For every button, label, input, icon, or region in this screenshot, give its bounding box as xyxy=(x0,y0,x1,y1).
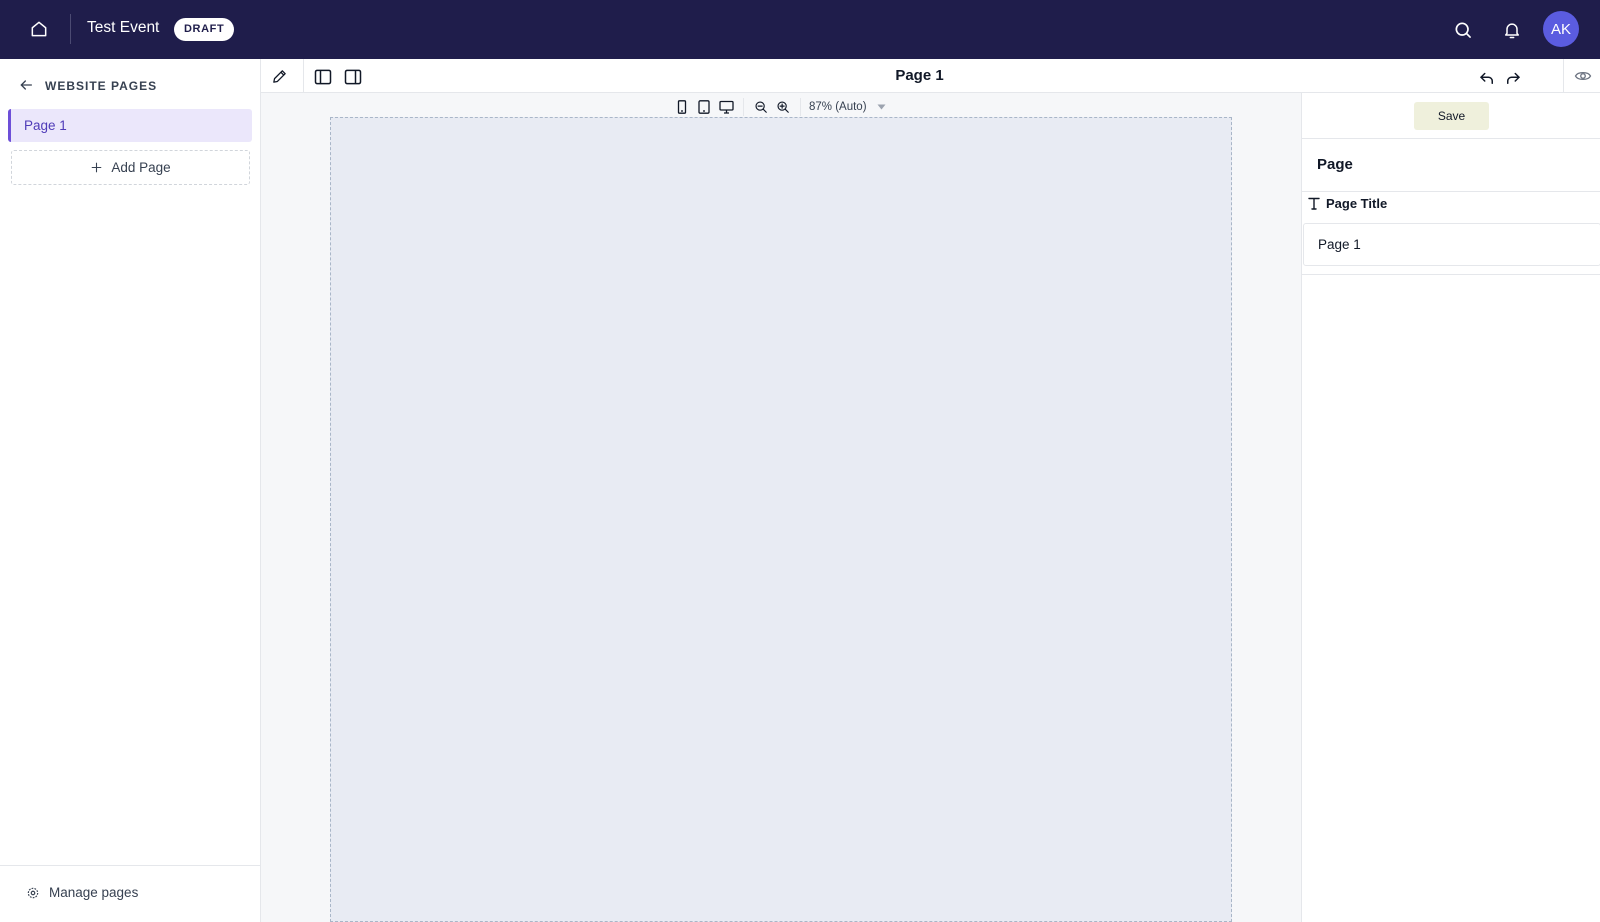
avatar[interactable]: AK xyxy=(1543,11,1579,47)
caret-down-icon xyxy=(877,104,886,110)
arrow-left-icon xyxy=(20,80,32,90)
topbar-divider xyxy=(70,14,71,44)
manage-pages-label: Manage pages xyxy=(49,885,139,900)
mobile-view-button[interactable] xyxy=(671,97,693,117)
editor-toolbar: Page 1 xyxy=(261,59,1600,93)
left-panel-icon xyxy=(314,69,332,85)
desktop-view-button[interactable] xyxy=(715,97,737,117)
edit-button[interactable] xyxy=(269,66,289,86)
text-icon xyxy=(1308,197,1320,210)
search-button[interactable] xyxy=(1450,17,1476,43)
pages-sidebar: WEBSITE PAGES Page 1 Add Page Manage pag… xyxy=(0,59,261,922)
page-canvas[interactable] xyxy=(330,117,1232,922)
zoom-out-icon xyxy=(755,101,767,113)
home-icon xyxy=(31,21,47,37)
manage-pages-button[interactable]: Manage pages xyxy=(26,885,138,900)
gear-icon xyxy=(27,887,39,898)
top-bar: Test Event DRAFT AK xyxy=(0,0,1600,59)
eye-icon xyxy=(1574,71,1592,81)
view-divider xyxy=(800,98,801,116)
notifications-button[interactable] xyxy=(1499,17,1525,43)
redo-button[interactable] xyxy=(1502,67,1524,89)
panel-divider xyxy=(1302,274,1600,275)
properties-panel: Save Page Page Title xyxy=(1301,93,1600,922)
panel-divider xyxy=(1302,191,1600,192)
toolbar-divider xyxy=(1563,59,1564,93)
toggle-right-panel-button[interactable] xyxy=(342,66,364,88)
plus-icon xyxy=(91,162,102,173)
zoom-select[interactable]: 87% (Auto) xyxy=(807,101,886,113)
zoom-out-button[interactable] xyxy=(750,97,772,117)
sidebar-item-label: Page 1 xyxy=(24,118,67,133)
add-page-label: Add Page xyxy=(111,160,171,175)
tablet-icon xyxy=(698,100,710,114)
preview-button[interactable] xyxy=(1572,65,1594,87)
event-title: Test Event xyxy=(87,19,160,36)
right-panel-icon xyxy=(344,69,362,85)
pencil-icon xyxy=(272,69,286,83)
undo-icon xyxy=(1480,72,1493,84)
home-button[interactable] xyxy=(26,16,52,42)
sidebar-heading: WEBSITE PAGES xyxy=(45,79,158,93)
search-icon xyxy=(1455,22,1471,38)
panel-divider xyxy=(1302,138,1600,139)
desktop-icon xyxy=(718,100,734,114)
redo-icon xyxy=(1507,72,1520,84)
zoom-in-icon xyxy=(777,101,789,113)
mobile-icon xyxy=(677,100,687,114)
zoom-in-button[interactable] xyxy=(772,97,794,117)
page-title: Page 1 xyxy=(895,67,944,84)
bell-icon xyxy=(1505,23,1519,39)
sidebar-footer: Manage pages xyxy=(0,865,260,922)
status-badge: DRAFT xyxy=(174,18,235,41)
back-button[interactable] xyxy=(17,76,35,94)
zoom-value: 87% (Auto) xyxy=(809,101,867,113)
toolbar-divider xyxy=(303,59,304,93)
canvas-area: 87% (Auto) xyxy=(261,93,1301,922)
view-controls: 87% (Auto) xyxy=(671,97,886,117)
save-button[interactable]: Save xyxy=(1414,102,1489,130)
add-page-button[interactable]: Add Page xyxy=(11,150,250,185)
sidebar-item-page-1[interactable]: Page 1 xyxy=(8,109,252,142)
view-divider xyxy=(743,98,744,116)
page-title-field-label: Page Title xyxy=(1308,193,1387,213)
field-label: Page Title xyxy=(1326,195,1388,211)
tablet-view-button[interactable] xyxy=(693,97,715,117)
page-title-input[interactable] xyxy=(1303,223,1600,266)
undo-button[interactable] xyxy=(1476,67,1498,89)
section-title: Page xyxy=(1317,156,1353,173)
toggle-left-panel-button[interactable] xyxy=(312,66,334,88)
